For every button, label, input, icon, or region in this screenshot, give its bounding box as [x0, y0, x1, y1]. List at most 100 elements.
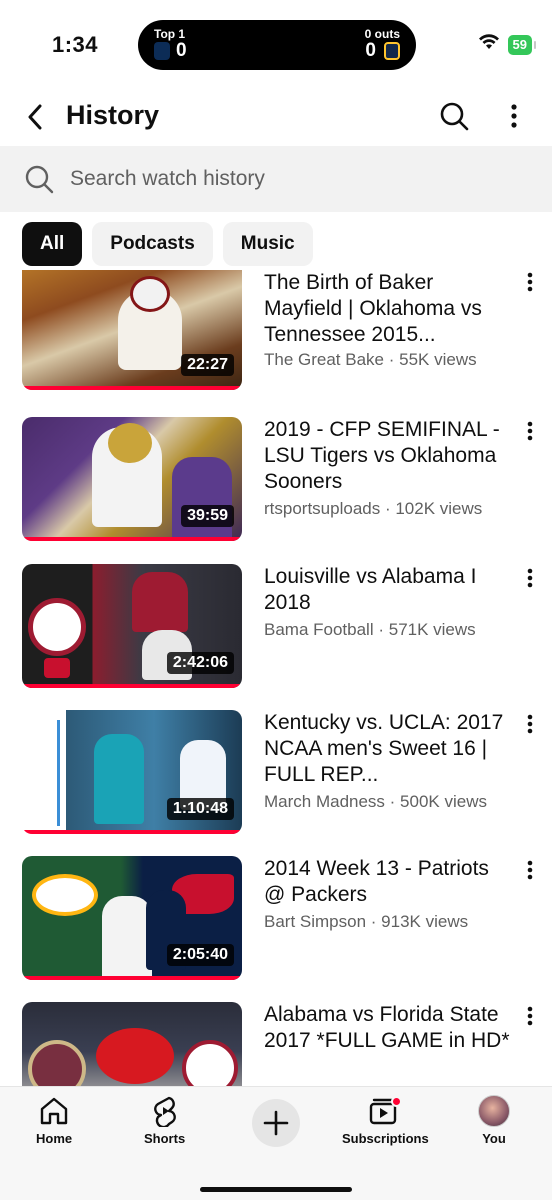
away-score: 0 [176, 40, 187, 61]
video-more-button[interactable] [518, 272, 542, 302]
video-duration: 2:05:40 [166, 944, 234, 966]
nav-label: Home [36, 1131, 73, 1146]
watch-progress-bar [22, 684, 242, 688]
video-item[interactable]: 2:42:06 Louisville vs Alabama I 2018 Bam… [0, 564, 552, 694]
nav-shorts[interactable]: Shorts [144, 1095, 185, 1146]
bottom-nav: Home Shorts Subscriptions You [0, 1086, 552, 1200]
view-count: 571K views [388, 620, 476, 639]
video-meta: March Madness · 500K views [264, 792, 487, 811]
search-icon [440, 102, 469, 131]
view-count: 55K views [399, 350, 477, 369]
video-item[interactable]: 22:27 The Birth of Baker Mayfield | Okla… [0, 270, 552, 398]
more-vertical-icon [527, 714, 533, 734]
view-count: 913K views [381, 912, 469, 931]
status-bar: 1:34 Top 1 0 0 outs 0 59 [0, 0, 552, 92]
filter-chips: All Podcasts Music [22, 222, 313, 266]
search-input[interactable] [70, 158, 530, 200]
watch-progress-bar [22, 386, 242, 390]
view-count: 102K views [395, 499, 483, 518]
video-thumbnail[interactable]: 2:05:40 [22, 856, 242, 980]
inning-label: Top 1 [154, 27, 186, 41]
video-title[interactable]: 2014 Week 13 - Patriots @ Packers [264, 856, 516, 908]
video-title[interactable]: 2019 - CFP SEMIFINAL - LSU Tigers vs Okl… [264, 417, 516, 495]
wifi-icon [478, 34, 500, 55]
helmet-figure [108, 423, 152, 463]
chip-music[interactable]: Music [222, 222, 313, 266]
home-score: 0 [365, 40, 376, 61]
video-title[interactable]: Kentucky vs. UCLA: 2017 NCAA men's Sweet… [264, 710, 516, 788]
video-thumbnail[interactable] [22, 1002, 242, 1086]
video-title[interactable]: The Birth of Baker Mayfield | Oklahoma v… [264, 270, 516, 348]
video-duration: 1:10:48 [166, 798, 234, 820]
nav-label: Shorts [144, 1131, 186, 1146]
video-item[interactable]: Alabama vs Florida State 2017 *FULL GAME… [0, 1002, 552, 1086]
more-options-button[interactable] [500, 98, 528, 134]
video-thumbnail[interactable]: 22:27 [22, 270, 242, 390]
video-more-button[interactable] [518, 1006, 542, 1036]
nav-home[interactable]: Home [36, 1095, 72, 1146]
more-vertical-icon [511, 104, 517, 128]
player-figure [102, 896, 152, 980]
video-title[interactable]: Louisville vs Alabama I 2018 [264, 564, 516, 616]
battery-icon: 59 [507, 34, 537, 55]
channel-name: The Great Bake [264, 350, 385, 369]
louisville-logo [44, 658, 70, 678]
packers-logo [32, 874, 98, 916]
video-thumbnail[interactable]: 39:59 [22, 417, 242, 541]
video-more-button[interactable] [518, 860, 542, 890]
video-duration: 22:27 [181, 354, 234, 376]
app-header: History [0, 92, 552, 142]
create-button[interactable] [252, 1099, 300, 1147]
player-figure [94, 734, 144, 824]
brewers-logo-icon [384, 42, 400, 60]
mariners-logo-icon [154, 42, 170, 60]
player-figure [172, 457, 232, 541]
more-vertical-icon [527, 568, 533, 588]
video-meta: Bama Football · 571K views [264, 620, 476, 639]
nav-subscriptions[interactable]: Subscriptions [342, 1095, 429, 1146]
kickoff-game-logo [96, 1028, 174, 1084]
video-meta: The Great Bake · 55K views [264, 350, 477, 369]
video-item[interactable]: 1:10:48 Kentucky vs. UCLA: 2017 NCAA men… [0, 710, 552, 840]
video-meta: Bart Simpson · 913K views [264, 912, 469, 931]
search-button[interactable] [436, 98, 472, 134]
player-figure [132, 572, 188, 632]
fsu-logo [28, 1040, 86, 1086]
history-list: 22:27 The Birth of Baker Mayfield | Okla… [0, 270, 552, 1086]
more-vertical-icon [527, 272, 533, 292]
video-item[interactable]: 2:05:40 2014 Week 13 - Patriots @ Packer… [0, 856, 552, 986]
nav-you[interactable]: You [478, 1095, 510, 1146]
channel-name: Bama Football [264, 620, 374, 639]
search-icon [24, 164, 54, 199]
page-title: History [66, 100, 160, 130]
helmet-figure [130, 276, 170, 312]
watch-progress-bar [22, 976, 242, 980]
video-title[interactable]: Alabama vs Florida State 2017 *FULL GAME… [264, 1002, 516, 1054]
full-replay-badge [26, 720, 60, 826]
video-meta: rtsportsuploads · 102K views [264, 499, 483, 518]
alabama-logo [28, 598, 86, 656]
live-activity-score[interactable]: Top 1 0 0 outs 0 [138, 20, 416, 70]
channel-name: Bart Simpson [264, 912, 367, 931]
home-icon [40, 1097, 68, 1125]
notification-dot [391, 1096, 403, 1107]
video-more-button[interactable] [518, 714, 542, 744]
subscriptions-icon-wrap [368, 1095, 403, 1127]
outs-label: 0 outs [364, 27, 400, 41]
chevron-left-icon [28, 104, 42, 130]
more-vertical-icon [527, 860, 533, 880]
view-count: 500K views [400, 792, 487, 811]
back-button[interactable] [18, 98, 52, 136]
status-time: 1:34 [52, 32, 99, 57]
shorts-icon [153, 1096, 176, 1127]
video-item[interactable]: 39:59 2019 - CFP SEMIFINAL - LSU Tigers … [0, 417, 552, 547]
video-thumbnail[interactable]: 1:10:48 [22, 710, 242, 834]
video-duration: 39:59 [181, 505, 234, 527]
chip-all[interactable]: All [22, 222, 83, 266]
video-more-button[interactable] [518, 568, 542, 598]
video-duration: 2:42:06 [166, 652, 234, 674]
video-more-button[interactable] [518, 421, 542, 451]
chip-podcasts[interactable]: Podcasts [92, 222, 213, 266]
video-thumbnail[interactable]: 2:42:06 [22, 564, 242, 688]
nav-label: You [482, 1131, 506, 1146]
